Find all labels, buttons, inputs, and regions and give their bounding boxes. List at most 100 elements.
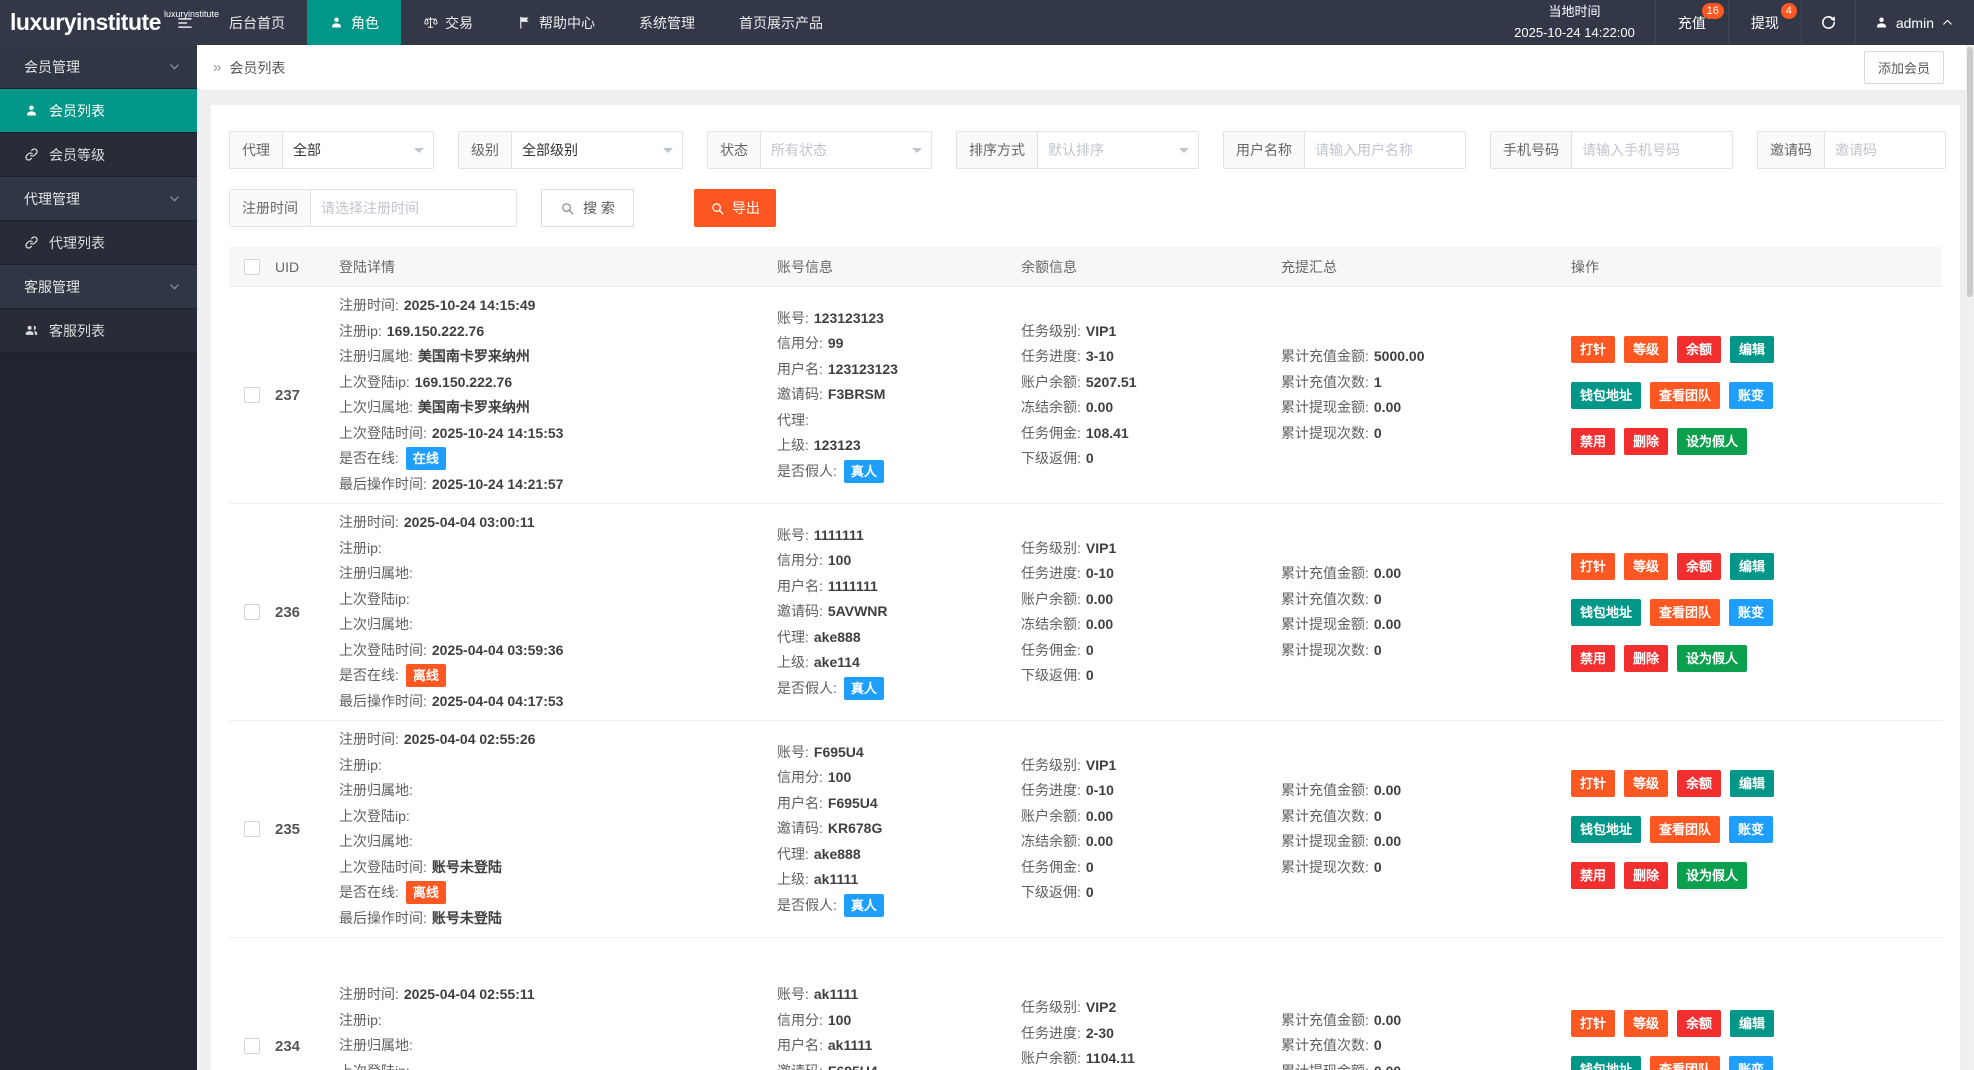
info-value: 账号未登陆 <box>432 855 502 881</box>
info-line: 上级:ak1111 <box>777 867 1021 893</box>
nav-item-label: 后台首页 <box>229 13 285 33</box>
action-button[interactable]: 禁用 <box>1571 645 1615 672</box>
sidebar-item-label: 代理列表 <box>49 233 105 253</box>
action-button[interactable]: 等级 <box>1624 770 1668 797</box>
action-button[interactable]: 打针 <box>1571 336 1615 363</box>
sidebar-item-3[interactable]: 会员等级 <box>0 133 197 177</box>
info-line: 账号:1111111 <box>777 523 1021 549</box>
action-button[interactable]: 打针 <box>1571 770 1615 797</box>
nav-item-2[interactable]: 角色 <box>307 0 401 45</box>
sidebar-toggle-button[interactable] <box>163 0 207 45</box>
nav-item-1[interactable]: 后台首页 <box>207 0 307 45</box>
sidebar-item-5[interactable]: 代理列表 <box>0 221 197 265</box>
action-button[interactable]: 账变 <box>1729 1056 1773 1070</box>
action-button[interactable]: 等级 <box>1624 1010 1668 1037</box>
info-line: 任务级别:VIP1 <box>1021 319 1281 345</box>
sidebar-group-1[interactable]: 会员管理 <box>0 45 197 89</box>
filter-input[interactable]: 邀请码 <box>1825 132 1945 168</box>
sidebar-item-2[interactable]: 会员列表 <box>0 89 197 133</box>
row-checkbox[interactable] <box>244 821 260 837</box>
info-label: 用户名: <box>777 357 823 383</box>
reg-time-input[interactable]: 请选择注册时间 <box>311 190 516 226</box>
action-button[interactable]: 编辑 <box>1730 553 1774 580</box>
action-button[interactable]: 余额 <box>1677 336 1721 363</box>
nav-item-5[interactable]: 系统管理 <box>617 0 717 45</box>
info-label: 任务佣金: <box>1021 855 1081 881</box>
action-button[interactable]: 钱包地址 <box>1571 382 1641 409</box>
export-button[interactable]: 导出 <box>694 189 776 227</box>
refresh-button[interactable] <box>1801 0 1855 45</box>
sidebar-item-7[interactable]: 客服列表 <box>0 309 197 353</box>
action-button[interactable]: 钱包地址 <box>1571 816 1641 843</box>
action-button[interactable]: 账变 <box>1729 382 1773 409</box>
nav-item-4[interactable]: 帮助中心 <box>495 0 617 45</box>
action-button[interactable]: 查看团队 <box>1650 382 1720 409</box>
select-all-checkbox[interactable] <box>244 259 260 275</box>
row-checkbox[interactable] <box>244 604 260 620</box>
nav-item-3[interactable]: 交易 <box>401 0 495 45</box>
row-checkbox[interactable] <box>244 387 260 403</box>
nav-item-6[interactable]: 首页展示产品 <box>717 0 845 45</box>
user-menu[interactable]: admin <box>1855 0 1974 45</box>
action-button[interactable]: 设为假人 <box>1677 428 1747 455</box>
sidebar-group-6[interactable]: 客服管理 <box>0 265 197 309</box>
add-member-button[interactable]: 添加会员 <box>1864 51 1944 84</box>
action-button[interactable]: 打针 <box>1571 1010 1615 1037</box>
info-label: 累计提现金额: <box>1281 1059 1369 1070</box>
row-checkbox[interactable] <box>244 1038 260 1054</box>
action-button[interactable]: 删除 <box>1624 645 1668 672</box>
info-line: 上次归属地: <box>339 829 777 855</box>
action-button[interactable]: 查看团队 <box>1650 816 1720 843</box>
vertical-scrollbar[interactable] <box>1966 45 1974 1070</box>
info-line: 注册归属地: <box>339 778 777 804</box>
header-right: 当地时间 2025-10-24 14:22:00 充值 16 提现 4 admi… <box>1494 0 1974 45</box>
filter-select[interactable]: 全部级别 <box>512 132 682 168</box>
action-button[interactable]: 编辑 <box>1730 770 1774 797</box>
filter-select[interactable]: 全部 <box>283 132 433 168</box>
action-button[interactable]: 删除 <box>1624 862 1668 889</box>
search-button[interactable]: 搜 索 <box>541 189 634 227</box>
action-button[interactable]: 设为假人 <box>1677 645 1747 672</box>
filter-select-value: 默认排序 <box>1048 140 1104 160</box>
sidebar-group-4[interactable]: 代理管理 <box>0 177 197 221</box>
info-line: 任务级别:VIP1 <box>1021 536 1281 562</box>
info-value: 2025-04-04 02:55:26 <box>404 727 536 753</box>
action-button[interactable]: 删除 <box>1624 428 1668 455</box>
scrollbar-thumb[interactable] <box>1967 47 1973 297</box>
action-button[interactable]: 禁用 <box>1571 428 1615 455</box>
search-icon <box>560 201 575 216</box>
action-button[interactable]: 打针 <box>1571 553 1615 580</box>
info-line: 累计充值次数:0 <box>1281 587 1571 613</box>
recharge-button[interactable]: 充值 16 <box>1655 0 1728 45</box>
filter-select[interactable]: 默认排序 <box>1038 132 1198 168</box>
action-button[interactable]: 账变 <box>1729 599 1773 626</box>
action-button[interactable]: 查看团队 <box>1650 599 1720 626</box>
action-button[interactable]: 查看团队 <box>1650 1056 1720 1070</box>
action-button[interactable]: 禁用 <box>1571 862 1615 889</box>
action-button-row: 打针等级余额编辑 <box>1571 1010 1942 1037</box>
info-value: 0.00 <box>1374 561 1401 587</box>
action-button[interactable]: 编辑 <box>1730 1010 1774 1037</box>
filter-select[interactable]: 所有状态 <box>761 132 931 168</box>
action-button[interactable]: 钱包地址 <box>1571 599 1641 626</box>
action-button[interactable]: 账变 <box>1729 816 1773 843</box>
actions-cell: 打针等级余额编辑钱包地址查看团队账变 <box>1571 944 1942 1070</box>
info-line: 上次归属地:美国南卡罗来纳州 <box>339 395 777 421</box>
action-button[interactable]: 设为假人 <box>1677 862 1747 889</box>
filter-input[interactable]: 请输入手机号码 <box>1572 132 1732 168</box>
row-checkbox-cell <box>229 944 275 1070</box>
info-value: 0.00 <box>1374 612 1401 638</box>
table-header-3: 账号信息 <box>777 257 1021 277</box>
info-line: 注册归属地: <box>339 561 777 587</box>
action-button[interactable]: 钱包地址 <box>1571 1056 1641 1070</box>
action-button[interactable]: 余额 <box>1677 553 1721 580</box>
action-button[interactable]: 编辑 <box>1730 336 1774 363</box>
withdraw-button[interactable]: 提现 4 <box>1728 0 1801 45</box>
filter-input[interactable]: 请输入用户名称 <box>1305 132 1465 168</box>
info-value: 美国南卡罗来纳州 <box>418 344 530 370</box>
action-button[interactable]: 余额 <box>1677 1010 1721 1037</box>
action-button[interactable]: 等级 <box>1624 336 1668 363</box>
action-button[interactable]: 等级 <box>1624 553 1668 580</box>
action-button[interactable]: 余额 <box>1677 770 1721 797</box>
info-value: VIP2 <box>1086 995 1116 1021</box>
